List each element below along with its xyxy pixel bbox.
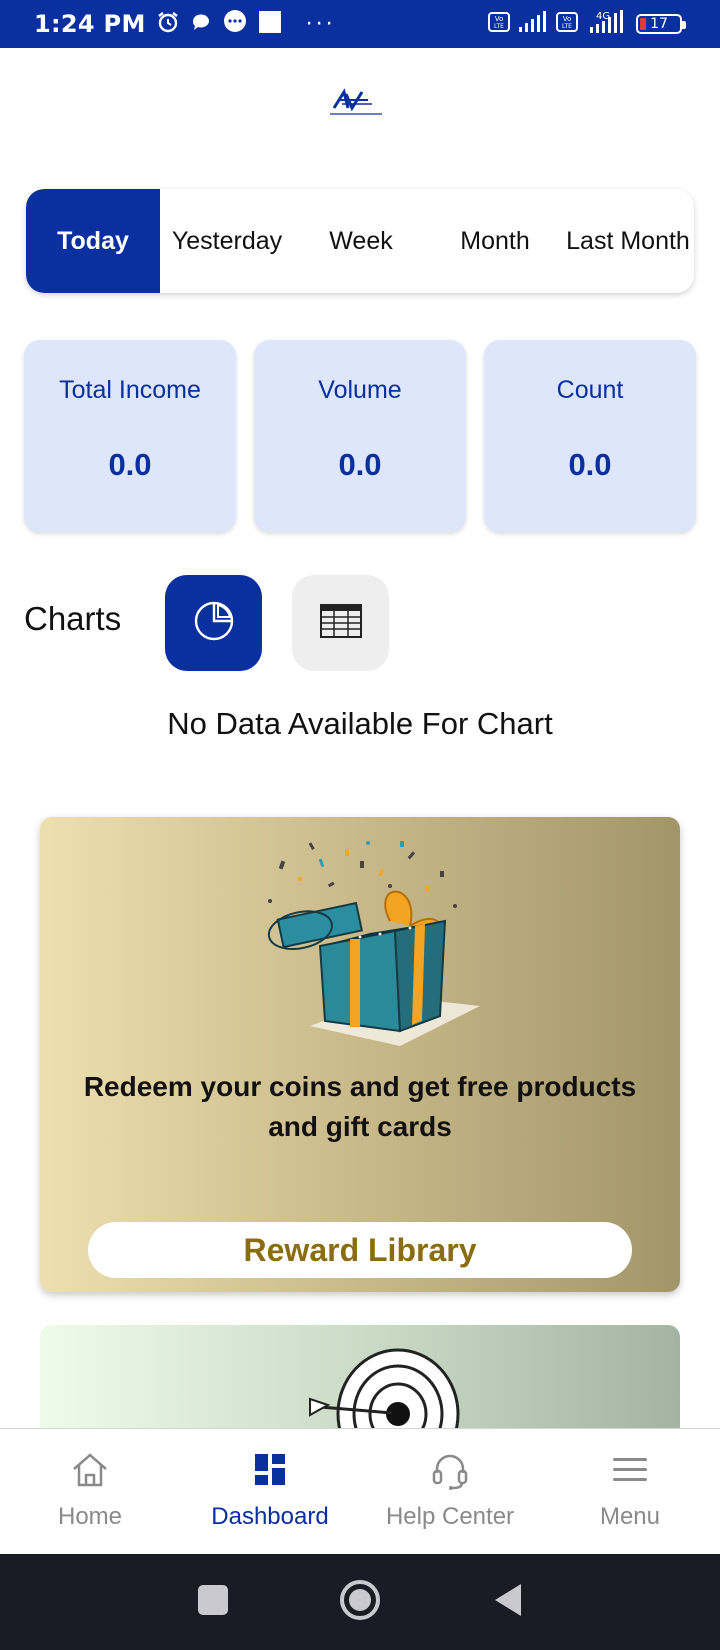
status-time: 1:24 PM	[34, 10, 146, 38]
stat-value: 0.0	[108, 447, 152, 482]
nav-label: Menu	[599, 1503, 661, 1530]
volte-icon: Vo LTE	[488, 11, 510, 37]
nav-item-home[interactable]: Home	[0, 1429, 180, 1554]
tab-today[interactable]: Today	[26, 189, 160, 293]
bottom-navigation: Home Dashboard Help Center Menu	[0, 1428, 720, 1554]
svg-text:Vo: Vo	[495, 15, 504, 23]
back-system-button[interactable]	[491, 1582, 523, 1622]
nav-label: Help Center	[385, 1503, 515, 1530]
signal-4g-icon: 4G	[586, 9, 628, 39]
stats-cards: Total Income 0.0 Volume 0.0 Count 0.0	[24, 340, 696, 532]
period-tabs: Today Yesterday Week Month Last Month	[26, 189, 694, 293]
reward-banner: Redeem your coins and get free products …	[40, 817, 680, 1292]
recent-apps-button[interactable]	[197, 1584, 229, 1620]
pie-chart-icon	[192, 599, 236, 647]
stat-value: 0.0	[568, 447, 612, 482]
home-icon	[67, 1447, 113, 1493]
charts-heading: Charts	[24, 600, 122, 637]
message-icon	[222, 9, 248, 39]
chat-bubble-icon	[190, 11, 212, 37]
svg-text:Vo: Vo	[563, 15, 572, 23]
nav-item-dashboard[interactable]: Dashboard	[180, 1429, 360, 1554]
status-bar: 1:24 PM ··· Vo LTE Vo LTE 4G 17	[0, 0, 720, 48]
battery-icon: 17	[636, 14, 686, 34]
nav-item-help-center[interactable]: Help Center	[360, 1429, 540, 1554]
stat-label: Count	[556, 376, 624, 404]
tab-week[interactable]: Week	[294, 189, 428, 293]
more-dots-icon: ···	[305, 11, 336, 37]
stat-card-total-income: Total Income 0.0	[24, 340, 236, 532]
svg-text:LTE: LTE	[494, 23, 504, 30]
pie-chart-view-button[interactable]	[165, 575, 262, 671]
target-banner	[40, 1325, 680, 1445]
app-screen: 1:24 PM ··· Vo LTE Vo LTE 4G 17 Today Ye…	[0, 0, 720, 1650]
home-system-button[interactable]	[339, 1579, 381, 1625]
dashboard-icon	[247, 1447, 293, 1493]
tab-yesterday[interactable]: Yesterday	[160, 189, 294, 293]
reward-description: Redeem your coins and get free products …	[83, 1071, 637, 1142]
square-notification-icon	[258, 10, 282, 38]
alarm-icon	[156, 10, 180, 38]
stat-card-count: Count 0.0	[484, 340, 696, 532]
system-navigation-bar	[0, 1554, 720, 1650]
stat-value: 0.0	[338, 447, 382, 482]
status-left-icons: ···	[156, 9, 336, 39]
gift-box-illustration	[250, 831, 500, 1061]
stat-card-volume: Volume 0.0	[254, 340, 466, 532]
volte-icon: Vo LTE	[556, 11, 578, 37]
hamburger-icon	[607, 1447, 653, 1493]
table-icon	[319, 604, 362, 642]
status-right-icons: Vo LTE Vo LTE 4G 17	[488, 0, 686, 48]
chart-empty-message: No Data Available For Chart	[167, 706, 553, 741]
nav-item-menu[interactable]: Menu	[540, 1429, 720, 1554]
tab-last-month[interactable]: Last Month	[562, 189, 694, 293]
tab-month[interactable]: Month	[428, 189, 562, 293]
battery-level: 17	[650, 16, 668, 32]
table-view-button[interactable]	[292, 575, 389, 671]
nav-label: Dashboard	[211, 1503, 329, 1530]
stat-label: Total Income	[59, 376, 201, 404]
nav-label: Home	[57, 1503, 123, 1530]
svg-text:LTE: LTE	[562, 23, 572, 30]
reward-library-button[interactable]: Reward Library	[88, 1222, 632, 1278]
company-logo	[328, 86, 388, 122]
stat-label: Volume	[318, 376, 402, 404]
headset-icon	[427, 1447, 473, 1493]
signal-icon	[518, 11, 548, 37]
